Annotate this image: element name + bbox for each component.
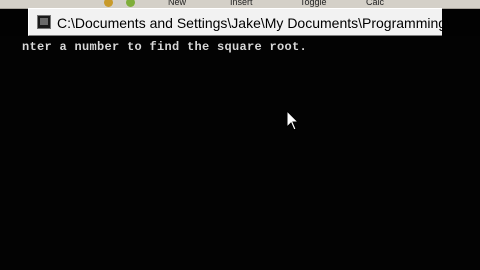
window-title: C:\Documents and Settings\Jake\My Docume…: [57, 15, 450, 31]
console-prompt-line: nter a number to find the square root.: [22, 40, 308, 54]
console-window-icon-glyph: [40, 18, 48, 25]
toolbar-insert-button[interactable]: Insert: [230, 0, 253, 8]
refresh-icon[interactable]: [126, 0, 135, 7]
console-titlebar[interactable]: C:\Documents and Settings\Jake\My Docume…: [28, 8, 450, 36]
console-output[interactable]: nter a number to find the square root.: [0, 36, 480, 270]
toolbar-calc-button[interactable]: Calc: [366, 0, 384, 8]
mouse-pointer-icon: [286, 110, 300, 131]
toolbar-toggle-button[interactable]: Toggle: [300, 0, 327, 8]
toolbar-new-button[interactable]: New: [168, 0, 186, 8]
screen: New Insert Toggle Calc C:\Documents and …: [0, 0, 480, 270]
console-window-icon[interactable]: [37, 15, 51, 29]
help-icon[interactable]: [104, 0, 113, 7]
